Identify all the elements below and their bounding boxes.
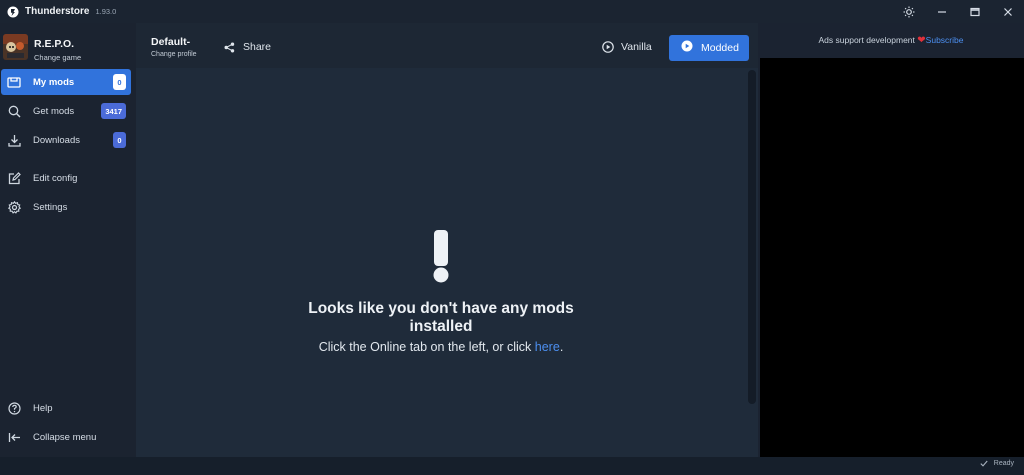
ads-message: Ads support development ❤Subscribe (758, 35, 1024, 46)
exclamation-icon (433, 230, 449, 283)
sidebar-item-label: Edit config (33, 172, 78, 184)
search-icon (7, 104, 21, 118)
sidebar: R.E.P.O. Change game My mods 0 Get mods … (0, 23, 136, 457)
maximize-button[interactable] (958, 0, 991, 23)
sidebar-item-help[interactable]: Help (1, 395, 131, 421)
start-modded-button[interactable]: Modded (669, 35, 749, 61)
sun-icon (903, 6, 914, 17)
maximize-icon (969, 7, 980, 16)
download-icon (7, 133, 21, 147)
mods-content-area: Looks like you don't have any mods insta… (136, 68, 758, 457)
change-profile-link[interactable]: Change profile (151, 51, 197, 58)
sidebar-item-label: Settings (33, 201, 68, 213)
start-vanilla-button[interactable]: Vanilla (602, 38, 652, 56)
thunderstore-logo-icon (7, 6, 19, 18)
downloads-count-badge: 0 (113, 132, 126, 148)
play-circle-filled-icon (681, 39, 693, 57)
app-version: 1.93.0 (95, 7, 117, 16)
sidebar-item-label: Downloads (33, 134, 80, 146)
minimize-icon (937, 10, 946, 13)
game-name: R.E.P.O. (34, 38, 75, 50)
check-icon (980, 460, 988, 467)
here-link[interactable]: here (535, 340, 560, 354)
modded-label: Modded (701, 42, 739, 54)
game-thumbnail (3, 34, 28, 60)
game-selector[interactable]: R.E.P.O. Change game (0, 32, 136, 68)
change-game-link[interactable]: Change game (34, 53, 81, 62)
profile-name: Default- (151, 36, 191, 48)
gear-icon (7, 200, 21, 214)
empty-state-message: Click the Online tab on the left, or cli… (136, 340, 746, 354)
status-bar: Ready (0, 457, 1024, 475)
ads-panel: Ads support development ❤Subscribe (758, 23, 1024, 457)
sidebar-item-get-mods[interactable]: Get mods 3417 (1, 98, 131, 124)
empty-state-text: Click the Online tab on the left, or cli… (318, 340, 535, 354)
scrollbar[interactable] (748, 70, 756, 404)
sidebar-item-collapse-menu[interactable]: Collapse menu (1, 424, 131, 450)
share-button[interactable]: Share (224, 38, 271, 56)
empty-state: Looks like you don't have any mods insta… (136, 68, 746, 457)
ad-slot (760, 58, 1024, 457)
sidebar-item-label: Help (33, 402, 53, 414)
sidebar-item-label: Get mods (33, 105, 75, 117)
title-bar: Thunderstore 1.93.0 (0, 0, 1024, 23)
sidebar-item-downloads[interactable]: Downloads 0 (1, 127, 131, 153)
vanilla-label: Vanilla (621, 41, 652, 53)
heart-icon: ❤ (917, 35, 926, 46)
close-icon (1003, 7, 1012, 16)
sidebar-item-edit-config[interactable]: Edit config (1, 165, 131, 191)
edit-icon (7, 171, 21, 185)
empty-state-period: . (559, 340, 564, 354)
sidebar-item-my-mods[interactable]: My mods 0 (1, 69, 131, 95)
share-label: Share (243, 41, 272, 53)
subscribe-link[interactable]: Subscribe (926, 35, 964, 45)
minimize-button[interactable] (925, 0, 958, 23)
sidebar-item-label: Collapse menu (33, 431, 97, 443)
my-mods-count-badge: 0 (113, 74, 126, 90)
ads-text: Ads support development (818, 35, 915, 45)
theme-toggle-button[interactable] (892, 0, 925, 23)
share-icon (224, 42, 235, 52)
puzzle-icon (7, 75, 21, 89)
empty-state-title: Looks like you don't have any mods insta… (308, 300, 574, 335)
play-circle-icon (602, 41, 614, 53)
status-text: Ready (993, 460, 1014, 467)
app-name: Thunderstore (25, 6, 90, 17)
close-button[interactable] (991, 0, 1024, 23)
sidebar-item-settings[interactable]: Settings (1, 194, 131, 220)
profile-bar: Default- Change profile Share Vanilla Mo… (136, 23, 758, 68)
help-icon (7, 401, 21, 415)
collapse-icon (7, 430, 21, 444)
sidebar-item-label: My mods (33, 76, 75, 88)
get-mods-count-badge: 3417 (101, 103, 126, 119)
